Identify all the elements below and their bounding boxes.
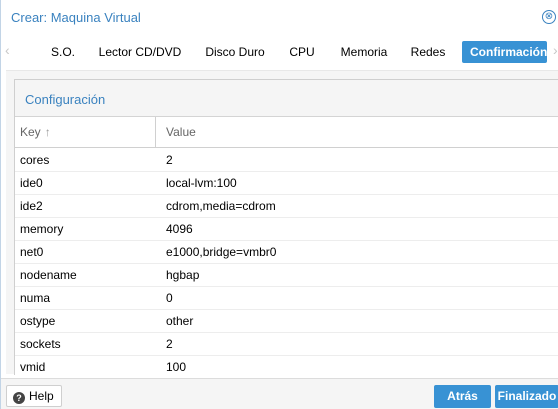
- sort-ascending-icon: ↑: [44, 125, 51, 139]
- create-vm-dialog: Crear: Maquina Virtual ⊗ ‹ S.O. Lector C…: [0, 0, 558, 409]
- wizard-tab-bar: ‹ S.O. Lector CD/DVD Disco Duro CPU Memo…: [1, 34, 558, 68]
- row-value: 2: [166, 153, 173, 167]
- configuration-panel: Configuración Key ↑ Value cores 2 ide0 loca…: [14, 79, 558, 379]
- row-key: nodename: [20, 268, 77, 282]
- row-key: ostype: [20, 314, 56, 328]
- tab-so[interactable]: S.O.: [46, 41, 80, 63]
- table-row[interactable]: memory 4096: [15, 218, 558, 241]
- column-header-value[interactable]: Value: [156, 117, 558, 148]
- wizard-content: Configuración Key ↑ Value cores 2 ide0 loca…: [6, 70, 558, 379]
- column-key-label: Key: [20, 125, 41, 139]
- row-key: ide2: [20, 199, 43, 213]
- table-row[interactable]: net0 e1000,bridge=vmbr0: [15, 241, 558, 264]
- row-key: net0: [20, 245, 44, 259]
- tab-confirmacion[interactable]: Confirmación: [462, 41, 547, 63]
- table-row[interactable]: ide2 cdrom,media=cdrom: [15, 195, 558, 218]
- column-value-label: Value: [166, 125, 196, 139]
- row-value: 0: [166, 291, 173, 305]
- tab-cd-dvd[interactable]: Lector CD/DVD: [98, 41, 182, 63]
- tab-disco-duro[interactable]: Disco Duro: [204, 41, 266, 63]
- row-value: 4096: [166, 222, 193, 236]
- row-value: local-lvm:100: [166, 176, 237, 190]
- finish-button[interactable]: Finalizado: [495, 385, 558, 408]
- dialog-title: Crear: Maquina Virtual: [11, 10, 141, 25]
- row-value: 2: [166, 337, 173, 351]
- row-key: vmid: [20, 360, 46, 374]
- table-row[interactable]: vmid 100: [15, 356, 558, 379]
- row-key: ide0: [20, 176, 43, 190]
- table-row[interactable]: ide0 local-lvm:100: [15, 172, 558, 195]
- chevron-left-icon[interactable]: ‹: [5, 42, 10, 58]
- back-button[interactable]: Atrás: [434, 385, 491, 408]
- row-key: memory: [20, 222, 64, 236]
- help-button[interactable]: ? Help: [6, 385, 62, 407]
- table-row[interactable]: sockets 2: [15, 333, 558, 356]
- table-row[interactable]: nodename hgbap: [15, 264, 558, 287]
- chevron-right-icon[interactable]: ›: [553, 42, 558, 58]
- tab-redes[interactable]: Redes: [409, 41, 447, 63]
- help-label: Help: [29, 389, 54, 403]
- row-value: e1000,bridge=vmbr0: [166, 245, 277, 259]
- table-row[interactable]: cores 2: [15, 149, 558, 172]
- table-row[interactable]: numa 0: [15, 287, 558, 310]
- help-icon: ?: [13, 392, 25, 404]
- panel-title: Configuración: [25, 92, 106, 107]
- config-table-body: cores 2 ide0 local-lvm:100 ide2 cdrom,media…: [15, 149, 558, 379]
- close-icon[interactable]: ⊗: [542, 10, 556, 24]
- row-value: cdrom,media=cdrom: [166, 199, 276, 213]
- row-value: other: [166, 314, 194, 328]
- row-key: sockets: [20, 337, 61, 351]
- table-row[interactable]: ostype other: [15, 310, 558, 333]
- row-key: cores: [20, 153, 50, 167]
- panel-header: Configuración: [15, 80, 558, 117]
- tab-memoria[interactable]: Memoria: [338, 41, 390, 63]
- column-header-key[interactable]: Key ↑: [15, 117, 156, 148]
- row-value: hgbap: [166, 268, 200, 282]
- dialog-footer: ? Help Atrás Finalizado: [1, 378, 558, 409]
- row-key: numa: [20, 291, 51, 305]
- tab-cpu[interactable]: CPU: [286, 41, 318, 63]
- row-value: 100: [166, 360, 187, 374]
- dialog-titlebar: Crear: Maquina Virtual ⊗: [1, 0, 558, 34]
